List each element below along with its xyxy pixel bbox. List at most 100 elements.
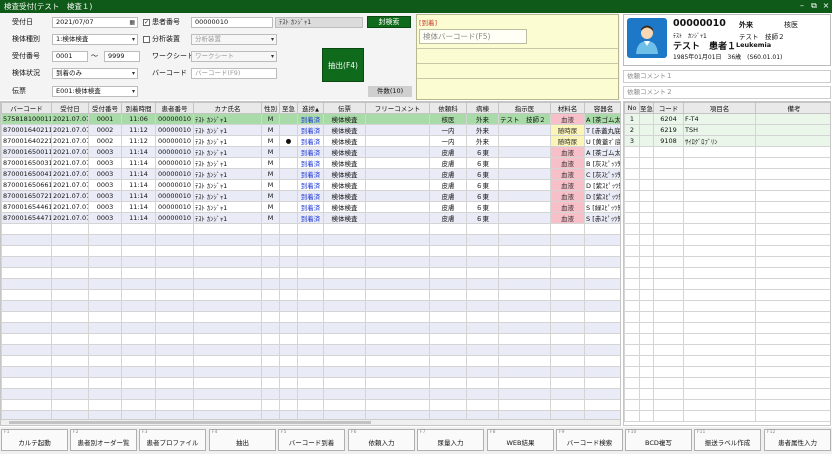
table-row[interactable] [624,146,830,158]
table-row[interactable] [624,256,830,268]
table-row[interactable] [1,289,620,301]
table-row[interactable] [1,256,620,268]
table-row[interactable] [1,355,620,367]
column-header[interactable]: 容器名 [584,102,620,114]
barcode-input[interactable]: バーコード(F9) [191,68,277,79]
receipt-no-from-input[interactable]: 0001 [52,51,88,62]
column-header[interactable]: 到着時間 [121,102,156,114]
column-header[interactable]: 至急 [639,102,654,114]
analyzer-checkbox[interactable] [143,36,150,43]
column-header[interactable]: 指示医 [498,102,551,114]
column-header[interactable]: 項目名 [683,102,756,114]
table-row[interactable]: 870001650721 2021.07.07 0003 11:14 00000010 ﾃ… [1,190,620,202]
column-header[interactable]: 受付番号 [88,102,122,114]
column-header[interactable]: フリーコメント [365,102,430,114]
column-header[interactable]: 備考 [755,102,830,114]
table-row[interactable] [1,388,620,400]
column-header[interactable]: 材料名 [550,102,585,114]
table-row[interactable] [1,267,620,279]
table-row[interactable] [624,190,830,202]
table-row[interactable] [1,344,620,356]
column-header[interactable]: 病棟 [466,102,499,114]
table-row[interactable]: 870001640211 2021.07.07 0002 11:12 00000010 ﾃ… [1,124,620,136]
table-row[interactable]: 870001654471 2021.07.07 0003 11:14 00000010 ﾃ… [1,212,620,224]
table-row[interactable] [624,377,830,389]
scrollbar-thumb[interactable] [9,421,371,424]
fkey-button-f11[interactable]: F11 振送ラベル作成 [694,429,761,451]
table-row[interactable] [624,399,830,411]
column-header[interactable]: No [624,102,640,114]
table-row[interactable] [624,388,830,400]
table-row[interactable] [624,344,830,356]
table-row[interactable] [624,410,830,422]
status-select[interactable]: 到着のみ ▾ [52,68,138,79]
table-row[interactable]: 3 9108 ｻｲﾛｸﾞﾛﾌﾞﾘﾝ [624,135,830,147]
receipt-no-to-input[interactable]: 9999 [104,51,140,62]
fkey-button-f4[interactable]: F4 抽出 [209,429,276,451]
restore-icon[interactable]: ⧉ [808,0,820,13]
table-row[interactable]: 575818100011 2021.07.07 0001 11:06 00000010 ﾃ… [1,113,620,125]
calendar-icon[interactable]: ▦ [129,18,135,27]
fkey-button-f7[interactable]: F7 尿量入力 [417,429,484,451]
fkey-button-f5[interactable]: F5 バーコード到着 [278,429,345,451]
horizontal-scrollbar[interactable] [1,419,620,425]
table-row[interactable] [1,223,620,235]
column-header[interactable]: 進捗▲ [297,102,324,114]
table-row[interactable]: 870001650041 2021.07.07 0003 11:14 00000010 ﾃ… [1,168,620,180]
minimize-icon[interactable]: – [796,0,808,13]
analyzer-select[interactable]: 分析装置 ▾ [191,34,277,45]
column-header[interactable]: 依頼科 [429,102,467,114]
table-row[interactable] [1,322,620,334]
table-row[interactable] [624,223,830,235]
specimen-type-select[interactable]: 1:検体検査 ▾ [52,34,138,45]
column-header[interactable]: カナ氏名 [193,102,262,114]
table-row[interactable]: 870001640221 2021.07.07 0002 11:12 00000010 ﾃ… [1,135,620,147]
table-row[interactable] [1,245,620,257]
table-row[interactable] [1,366,620,378]
table-row[interactable] [624,212,830,224]
table-row[interactable] [624,278,830,290]
receipt-date-field[interactable]: 2021/07/07 ▦ [52,17,138,28]
request-comment-2[interactable]: 依頼コメント２ [623,86,831,99]
column-header[interactable]: 性別 [261,102,280,114]
patient-no-input[interactable]: 00000010 [191,17,273,28]
fkey-button-f12[interactable]: F12 患者属性入力 [764,429,831,451]
table-row[interactable]: 870001654461 2021.07.07 0003 11:14 00000010 ﾃ… [1,201,620,213]
fkey-button-f9[interactable]: F9 バーコード検索 [556,429,623,451]
fkey-button-f1[interactable]: F1 カルテ起動 [1,429,68,451]
close-icon[interactable]: × [820,0,832,13]
table-row[interactable] [624,289,830,301]
table-row[interactable] [1,377,620,389]
slip-select[interactable]: E001:検体検査 ▾ [52,86,138,97]
fkey-button-f3[interactable]: F3 患者プロファイル [139,429,206,451]
table-row[interactable]: 1 6204 F-T4 [624,113,830,125]
table-row[interactable] [624,333,830,345]
table-row[interactable]: 870001650011 2021.07.07 0003 11:14 00000010 ﾃ… [1,146,620,158]
table-row[interactable] [624,201,830,213]
fkey-button-f2[interactable]: F2 患者別オーダー覧 [70,429,137,451]
table-row[interactable] [624,355,830,367]
table-row[interactable] [624,157,830,169]
fkey-button-f6[interactable]: F6 依頼入力 [348,429,415,451]
column-header[interactable]: コード [653,102,684,114]
table-row[interactable] [1,300,620,312]
column-header[interactable]: バーコード [1,102,52,114]
request-comment-1[interactable]: 依頼コメント１ [623,70,831,83]
table-row[interactable] [1,311,620,323]
specimen-barcode-input[interactable]: 検体バーコード(F5) [419,29,527,44]
patient-no-checkbox[interactable]: ✓ [143,19,150,26]
table-row[interactable] [624,245,830,257]
table-row[interactable] [624,267,830,279]
table-row[interactable]: 870001650031 2021.07.07 0003 11:14 00000010 ﾃ… [1,157,620,169]
column-header[interactable]: 至急 [279,102,298,114]
worksheet-select[interactable]: ワークシート ▾ [191,51,277,62]
table-row[interactable] [624,179,830,191]
table-row[interactable] [624,300,830,312]
extract-button[interactable]: 抽出(F4) [322,48,364,82]
column-header[interactable]: 伝票 [323,102,366,114]
column-header[interactable]: 患者番号 [155,102,194,114]
seal-search-button[interactable]: 封検索 [367,16,411,28]
table-row[interactable] [1,399,620,411]
table-row[interactable] [1,234,620,246]
table-row[interactable] [1,278,620,290]
